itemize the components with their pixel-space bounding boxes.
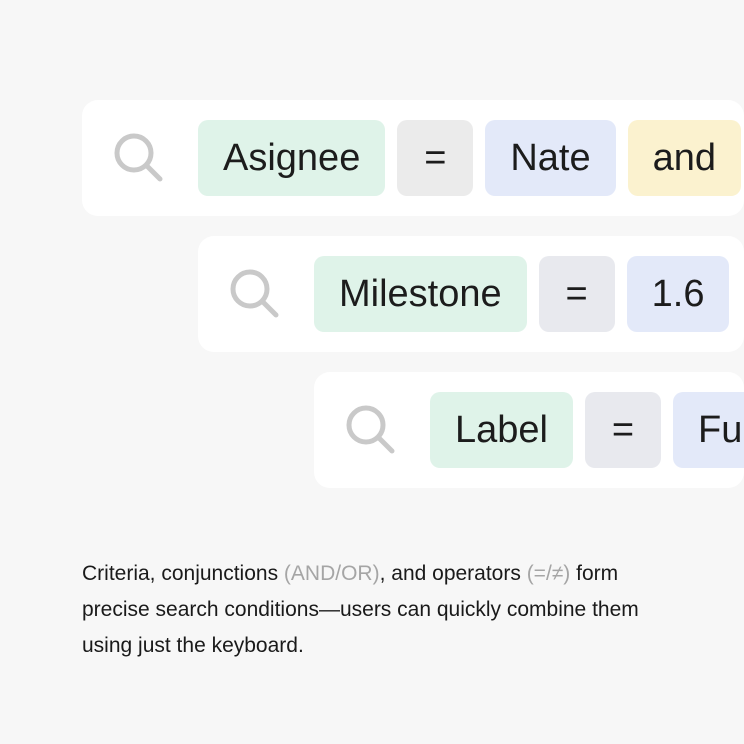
description-caption: Criteria, conjunctions (AND/OR), and ope… [82, 556, 682, 664]
operators-hint: (=/≠) [526, 562, 571, 585]
criteria-chip[interactable]: Label [430, 392, 573, 468]
conjunctions-hint: (AND/OR) [283, 562, 380, 585]
search-icon [114, 133, 163, 182]
search-bar-3[interactable]: Label = Fu [314, 372, 744, 488]
criteria-chip[interactable]: Asignee [198, 120, 386, 196]
search-icon [346, 405, 395, 454]
search-bar-2[interactable]: Milestone = 1.6 [198, 236, 744, 352]
operator-chip[interactable]: = [538, 256, 615, 332]
caption-text-2: , and operators [379, 562, 527, 585]
search-icon [230, 269, 279, 318]
value-chip[interactable]: 1.6 [626, 256, 730, 332]
search-bar-1[interactable]: Asignee = Nate and [82, 100, 744, 216]
value-chip[interactable]: Nate [485, 120, 616, 196]
operator-chip[interactable]: = [397, 120, 474, 196]
operator-chip[interactable]: = [584, 392, 661, 468]
conjunction-chip[interactable]: and [627, 120, 742, 196]
criteria-chip[interactable]: Milestone [314, 256, 527, 332]
value-chip[interactable]: Fu [672, 392, 744, 468]
caption-text-1: Criteria, conjunctions [82, 562, 284, 585]
